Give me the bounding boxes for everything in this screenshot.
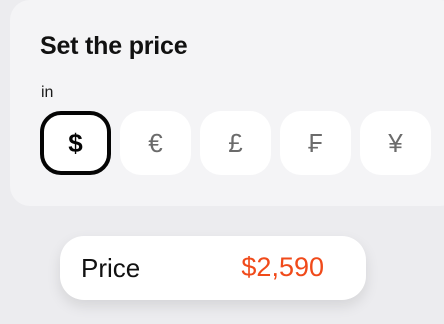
- currency-yen-button[interactable]: ¥: [360, 111, 431, 175]
- currency-franc-icon: ₣: [308, 127, 323, 158]
- page-title: Set the price: [40, 32, 188, 60]
- currency-euro-icon: €: [148, 127, 163, 158]
- price-label: Price: [81, 253, 141, 283]
- currency-subtitle: in: [41, 84, 54, 101]
- price-card: Price $2,590: [60, 236, 366, 300]
- currency-pound-button[interactable]: £: [200, 111, 271, 175]
- currency-yen-icon: ¥: [388, 127, 403, 158]
- currency-dollar-icon: $: [68, 127, 83, 158]
- currency-panel: [10, 0, 444, 206]
- currency-franc-button[interactable]: ₣: [280, 111, 351, 175]
- currency-selector: $ € £ ₣ ¥: [40, 111, 431, 175]
- currency-dollar-button[interactable]: $: [40, 111, 111, 175]
- price-value: $2,590: [241, 252, 324, 282]
- currency-pound-icon: £: [228, 127, 243, 158]
- currency-euro-button[interactable]: €: [120, 111, 191, 175]
